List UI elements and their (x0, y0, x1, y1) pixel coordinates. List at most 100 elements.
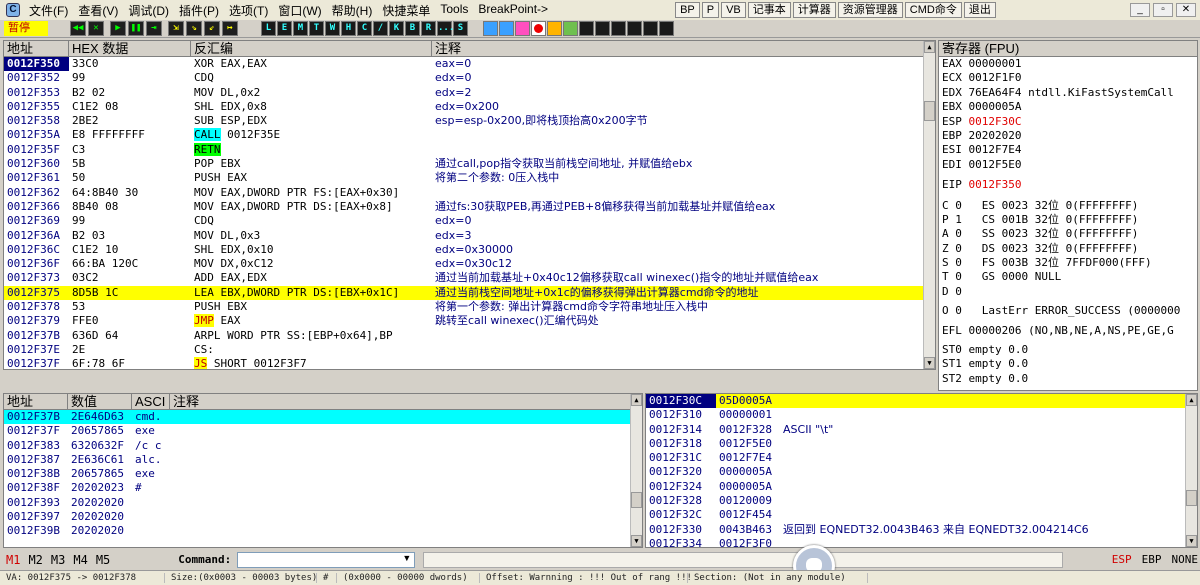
disasm-address[interactable]: 0012F375 (4, 286, 69, 300)
fpu-row[interactable]: ST1 empty 0.0 (939, 357, 1197, 371)
dump-scroll-up-icon[interactable]: ▲ (631, 394, 642, 406)
memory-dump-pane[interactable]: 地址 数值 ASCI 注释 0012F37B 2E646D63 cmd. 0012F3… (3, 393, 643, 548)
disasm-row[interactable]: 0012F352 99 CDQ edx=0 (4, 71, 935, 85)
dump-row[interactable]: 0012F37F 20657865 exe (4, 424, 642, 438)
menu-tool-button[interactable]: VB (721, 2, 746, 18)
stack-address[interactable]: 0012F310 (646, 408, 716, 422)
dump-scroll-down-icon[interactable]: ▼ (631, 535, 642, 547)
stack-scrollbar[interactable]: ▲ ▼ (1185, 394, 1197, 547)
dump-row[interactable]: 0012F397 20202020 (4, 510, 642, 524)
dump-row[interactable]: 0012F37B 2E646D63 cmd. (4, 410, 642, 425)
reg-value[interactable]: 76EA64F4 (969, 86, 1022, 99)
disassembly-pane[interactable]: 地址 HEX 数据 反汇编 注释 0012F350 33C0 XOR EAX,EAX… (3, 40, 936, 370)
disasm-address[interactable]: 0012F36C (4, 243, 69, 257)
dump-address[interactable]: 0012F383 (4, 439, 68, 453)
flag-row[interactable]: A 0 SS 0023 32位 0(FFFFFFFF) (939, 227, 1197, 241)
stack-scroll-thumb[interactable] (1186, 490, 1197, 506)
register-row[interactable]: EDX 76EA64F4 ntdll.KiFastSystemCall (939, 86, 1197, 100)
stack-address[interactable]: 0012F324 (646, 480, 716, 494)
reg-value[interactable]: 0012F30C (969, 115, 1022, 128)
disasm-row[interactable]: 0012F353 B2 02 MOV DL,0x2 edx=2 (4, 86, 935, 100)
disasm-address[interactable]: 0012F379 (4, 314, 69, 328)
reg-value[interactable]: 0012F5E0 (969, 158, 1022, 171)
cmd-right-button[interactable]: ESP (1112, 553, 1132, 566)
stack-address[interactable]: 0012F30C (646, 394, 716, 409)
disasm-address[interactable]: 0012F35F (4, 143, 69, 157)
dump-col-address[interactable]: 地址 (4, 394, 68, 409)
stack-pane[interactable]: 0012F30C 05D0005A 0012F310 00000001 0012F314… (645, 393, 1198, 548)
black-square-icon[interactable] (595, 21, 610, 36)
debug-button[interactable]: ⇘ (186, 21, 202, 36)
stack-row[interactable]: 0012F324 0000005A (646, 480, 1197, 494)
register-row[interactable]: ECX 0012F1F0 (939, 71, 1197, 85)
black-square-icon-5[interactable] (659, 21, 674, 36)
window-button[interactable]: / (373, 21, 388, 36)
stack-scroll-up-icon[interactable]: ▲ (1186, 394, 1197, 406)
disasm-address[interactable]: 0012F378 (4, 300, 69, 314)
menu-item[interactable]: Tools (435, 2, 473, 19)
black-square-icon-2[interactable] (611, 21, 626, 36)
menu-tool-button[interactable]: BP (675, 2, 700, 18)
debug-button[interactable]: ❚❚ (128, 21, 144, 36)
disasm-row[interactable]: 0012F35F C3 RETN (4, 142, 935, 157)
disasm-address[interactable]: 0012F373 (4, 271, 69, 285)
disasm-address[interactable]: 0012F37B (4, 329, 69, 343)
scroll-thumb[interactable] (924, 101, 935, 121)
bookmark-button[interactable]: M4 (73, 553, 87, 567)
debug-button[interactable]: ⇲ (168, 21, 184, 36)
reg-value[interactable]: 00000001 (969, 57, 1022, 70)
stack-address[interactable]: 0012F334 (646, 537, 716, 547)
debug-button[interactable]: ⇙ (204, 21, 220, 36)
dump-address[interactable]: 0012F39B (4, 524, 68, 538)
cmd-right-button[interactable]: EBP (1142, 553, 1162, 566)
register-row[interactable]: ESI 0012F7E4 (939, 143, 1197, 157)
disasm-row[interactable]: 0012F362 64:8B40 30 MOV EAX,DWORD PTR FS:[… (4, 186, 935, 200)
dump-row[interactable]: 0012F387 2E636C61 alc. (4, 453, 642, 467)
registers-pane[interactable]: 寄存器 (FPU) EAX 00000001 ECX 0012F1F0 EDX … (938, 40, 1198, 391)
flag-row[interactable]: D 0 (939, 285, 1197, 299)
module-icon[interactable] (579, 21, 594, 36)
dump-row[interactable]: 0012F38F 20202023 # (4, 481, 642, 495)
disasm-row[interactable]: 0012F360 5B POP EBX 通过call,pop指令获取当前栈空间地址, … (4, 157, 935, 171)
register-efl[interactable]: EFL 00000206 (NO,NB,NE,A,NS,PE,GE,G (939, 324, 1197, 338)
dump-col-value[interactable]: 数值 (68, 394, 132, 409)
menu-tool-button[interactable]: CMD命令 (904, 2, 962, 18)
dump-address[interactable]: 0012F38F (4, 481, 68, 495)
disasm-address[interactable]: 0012F369 (4, 214, 69, 228)
plugin-icon[interactable] (563, 21, 578, 36)
flag-row[interactable]: S 0 FS 003B 32位 7FFDF000(FFF) (939, 256, 1197, 270)
debug-button[interactable]: ▶ (110, 21, 126, 36)
dump-address[interactable]: 0012F37F (4, 424, 68, 438)
dump-col-ascii[interactable]: ASCI (132, 394, 170, 409)
dump-scrollbar[interactable]: ▲ ▼ (630, 394, 642, 547)
black-square-icon-4[interactable] (643, 21, 658, 36)
disasm-address[interactable]: 0012F362 (4, 186, 69, 200)
disasm-row[interactable]: 0012F369 99 CDQ edx=0 (4, 214, 935, 228)
stack-address[interactable]: 0012F320 (646, 465, 716, 479)
a-icon[interactable] (515, 21, 530, 36)
disasm-row[interactable]: 0012F37E 2E CS: (4, 343, 935, 357)
window-button[interactable]: L (261, 21, 276, 36)
stack-row[interactable]: 0012F328 00120009 (646, 494, 1197, 508)
window-button[interactable]: H (341, 21, 356, 36)
menu-item[interactable]: 窗口(W) (273, 2, 326, 19)
stack-address[interactable]: 0012F330 (646, 523, 716, 537)
dump-row[interactable]: 0012F383 6320632F/c c (4, 439, 642, 453)
debug-button[interactable]: ◀◀ (70, 21, 86, 36)
bookmark-button[interactable]: M3 (51, 553, 65, 567)
fpu-row[interactable]: ST0 empty 0.0 (939, 343, 1197, 357)
disasm-address[interactable]: 0012F37F (4, 357, 69, 369)
menu-tool-button[interactable]: 退出 (963, 2, 996, 18)
stack-row[interactable]: 0012F334 0012F3F0 (646, 537, 1197, 547)
menu-tool-button[interactable]: P (701, 2, 720, 18)
stack-address[interactable]: 0012F318 (646, 437, 716, 451)
register-row[interactable]: EBP 20202020 (939, 129, 1197, 143)
disasm-row[interactable]: 0012F36C C1E2 10 SHL EDX,0x10 edx=0x30000 (4, 243, 935, 257)
command-input[interactable]: ▼ (237, 551, 416, 568)
register-row[interactable]: EAX 00000001 (939, 57, 1197, 71)
stack-row[interactable]: 0012F31C 0012F7E4 (646, 451, 1197, 465)
stack-address[interactable]: 0012F314 (646, 423, 716, 437)
reg-value[interactable]: 0012F1F0 (969, 71, 1022, 84)
dump-col-comment[interactable]: 注释 (170, 394, 642, 409)
menu-tool-button[interactable]: 计算器 (792, 2, 836, 18)
